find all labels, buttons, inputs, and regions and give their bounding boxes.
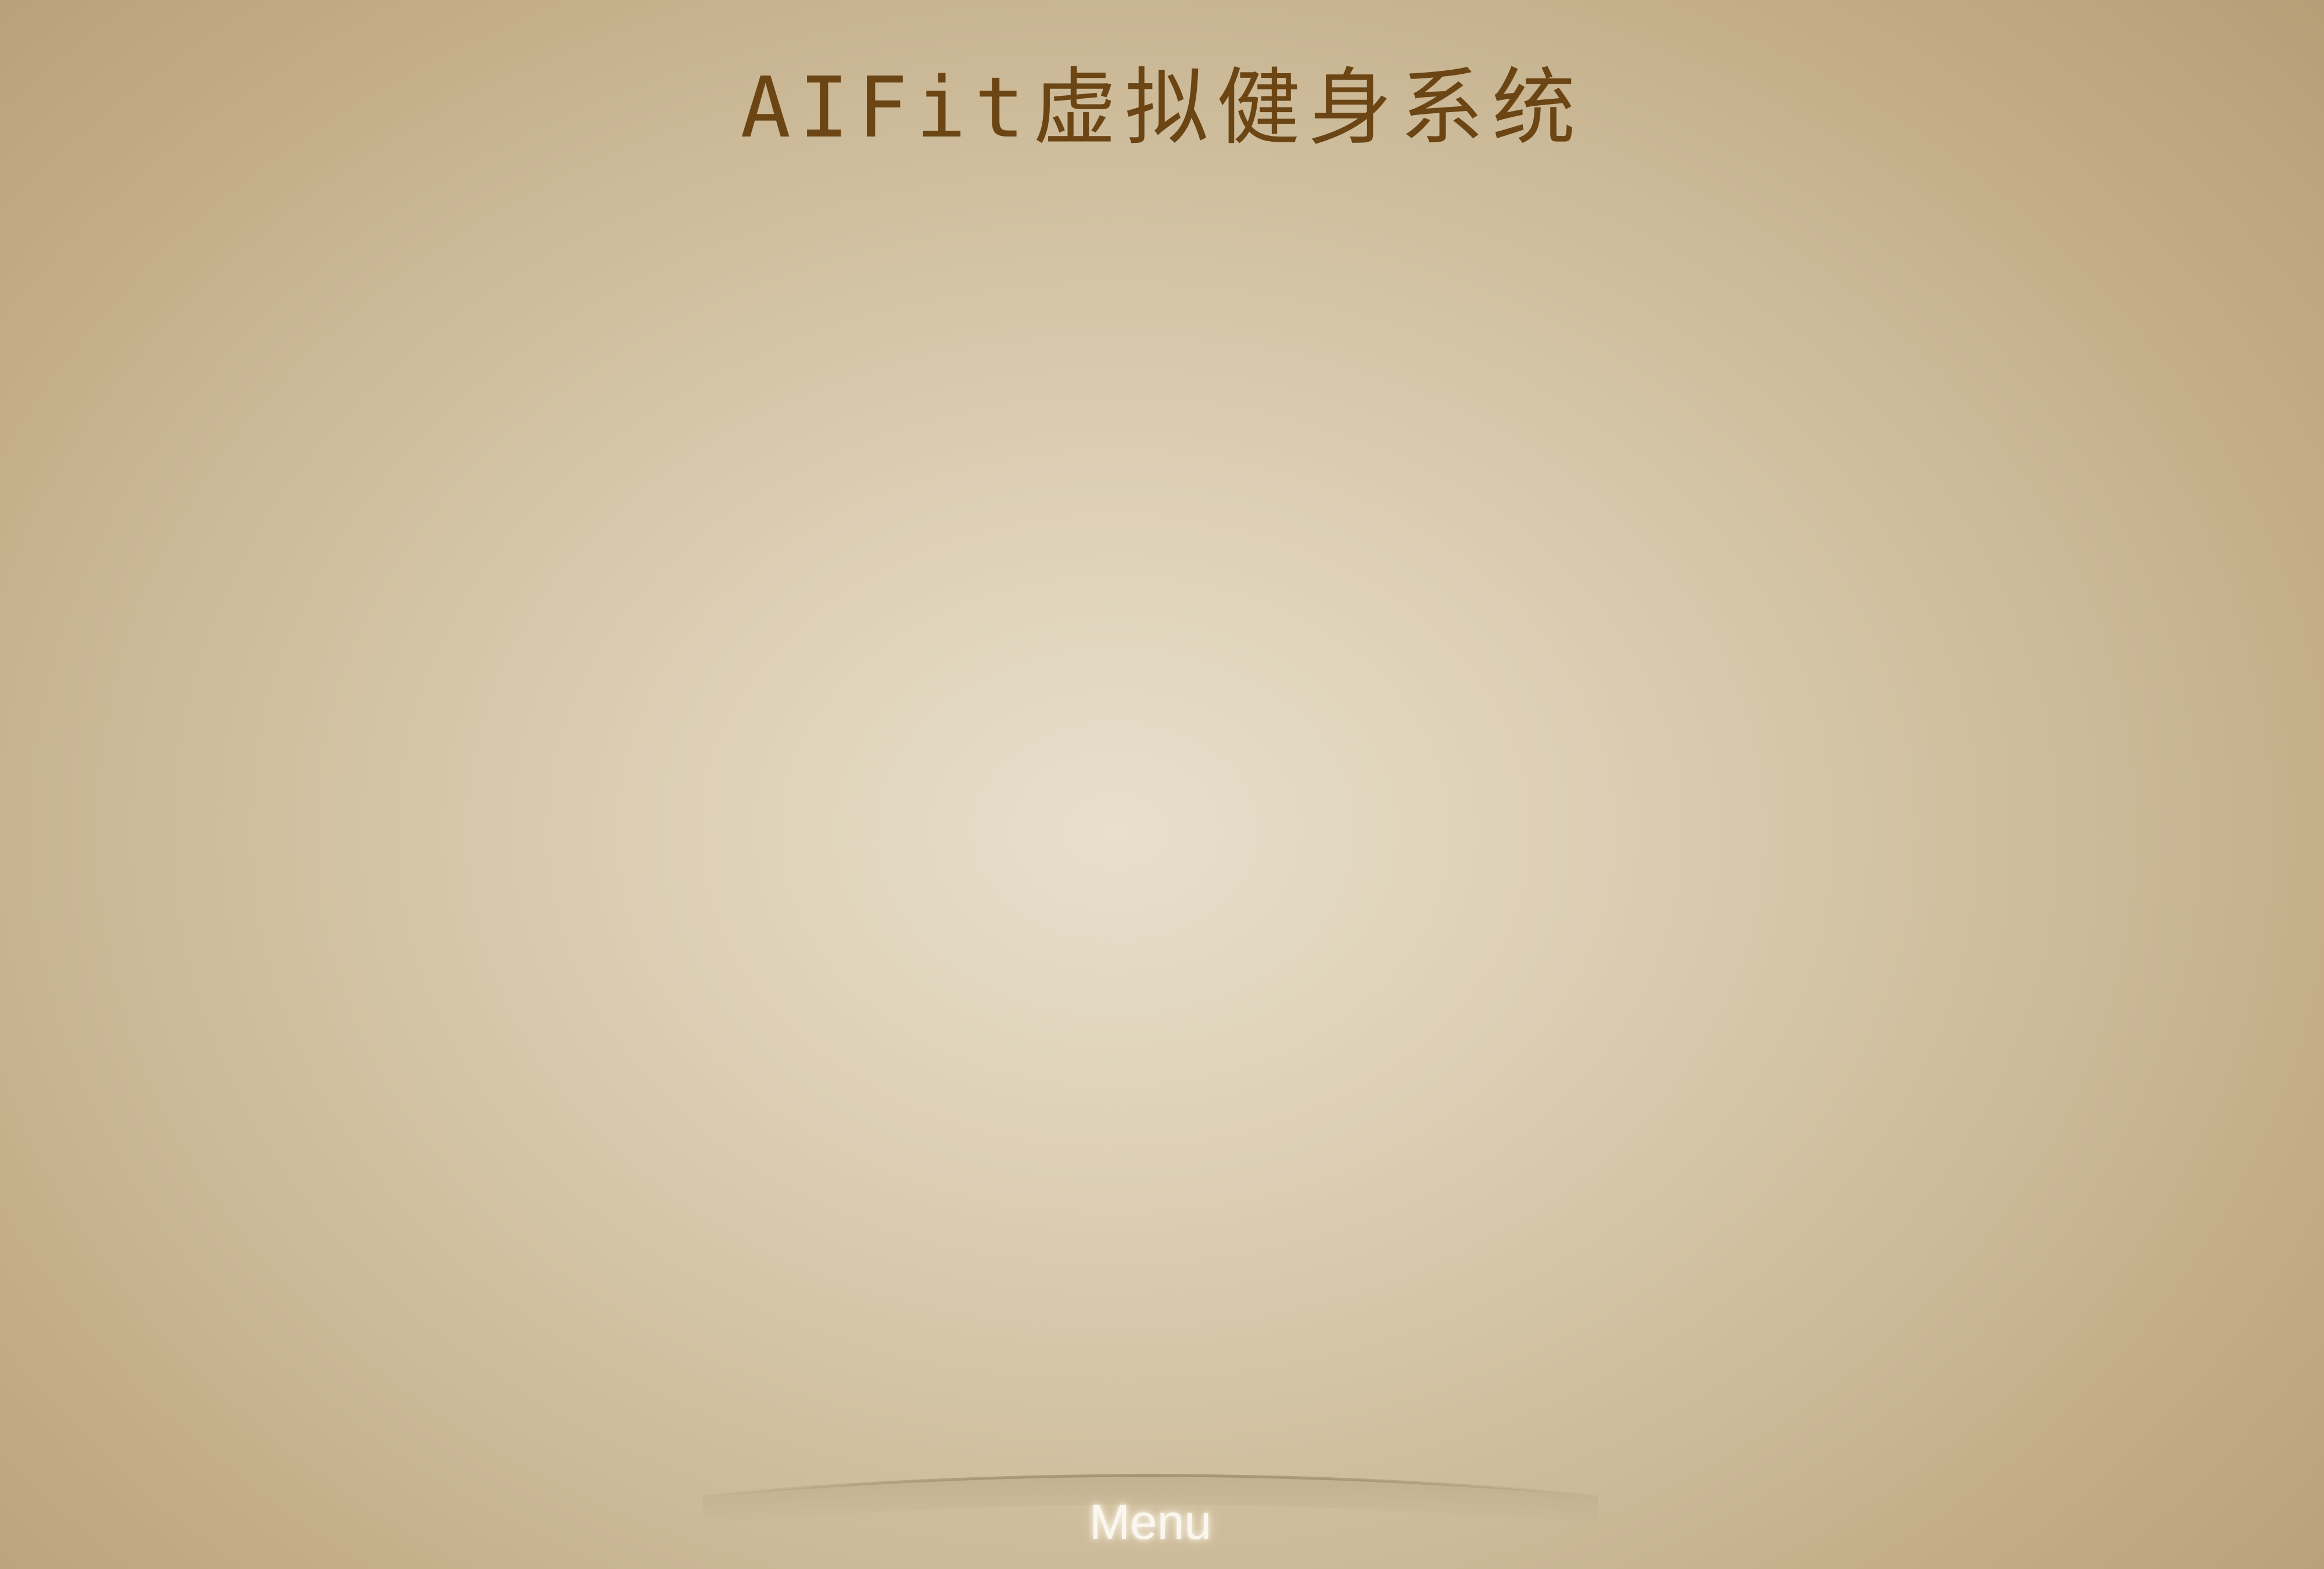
menu-button[interactable]: Menu	[703, 1475, 1598, 1568]
app-title: AIFit虚拟健身系统	[740, 59, 1584, 156]
